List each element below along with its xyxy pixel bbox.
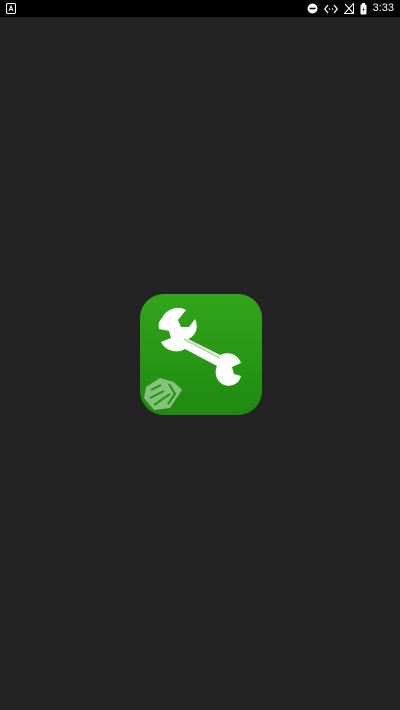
wrench-icon [158, 307, 241, 386]
code-icon [323, 4, 338, 14]
status-time: 3:33 [372, 2, 394, 14]
no-signal-icon [343, 3, 354, 14]
dnd-icon [307, 3, 318, 14]
battery-icon [360, 2, 367, 15]
sb-diamond-icon [144, 378, 182, 410]
notification-icon [6, 3, 16, 14]
app-logo [140, 294, 262, 415]
splash-screen: 3:33 [0, 0, 400, 710]
status-bar: 3:33 [0, 0, 400, 17]
